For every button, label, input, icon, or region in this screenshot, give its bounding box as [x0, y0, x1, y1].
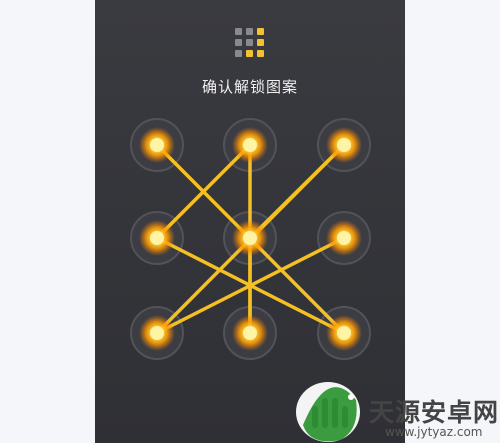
- android-robot-icon: [296, 382, 360, 442]
- watermark: [296, 382, 360, 442]
- screenshot-stage: 确认解锁图案 天源安卓网 www.jytyaz.com: [0, 0, 500, 443]
- watermark-url: www.jytyaz.com: [385, 425, 483, 439]
- watermark-name: 天源安卓网: [369, 398, 500, 427]
